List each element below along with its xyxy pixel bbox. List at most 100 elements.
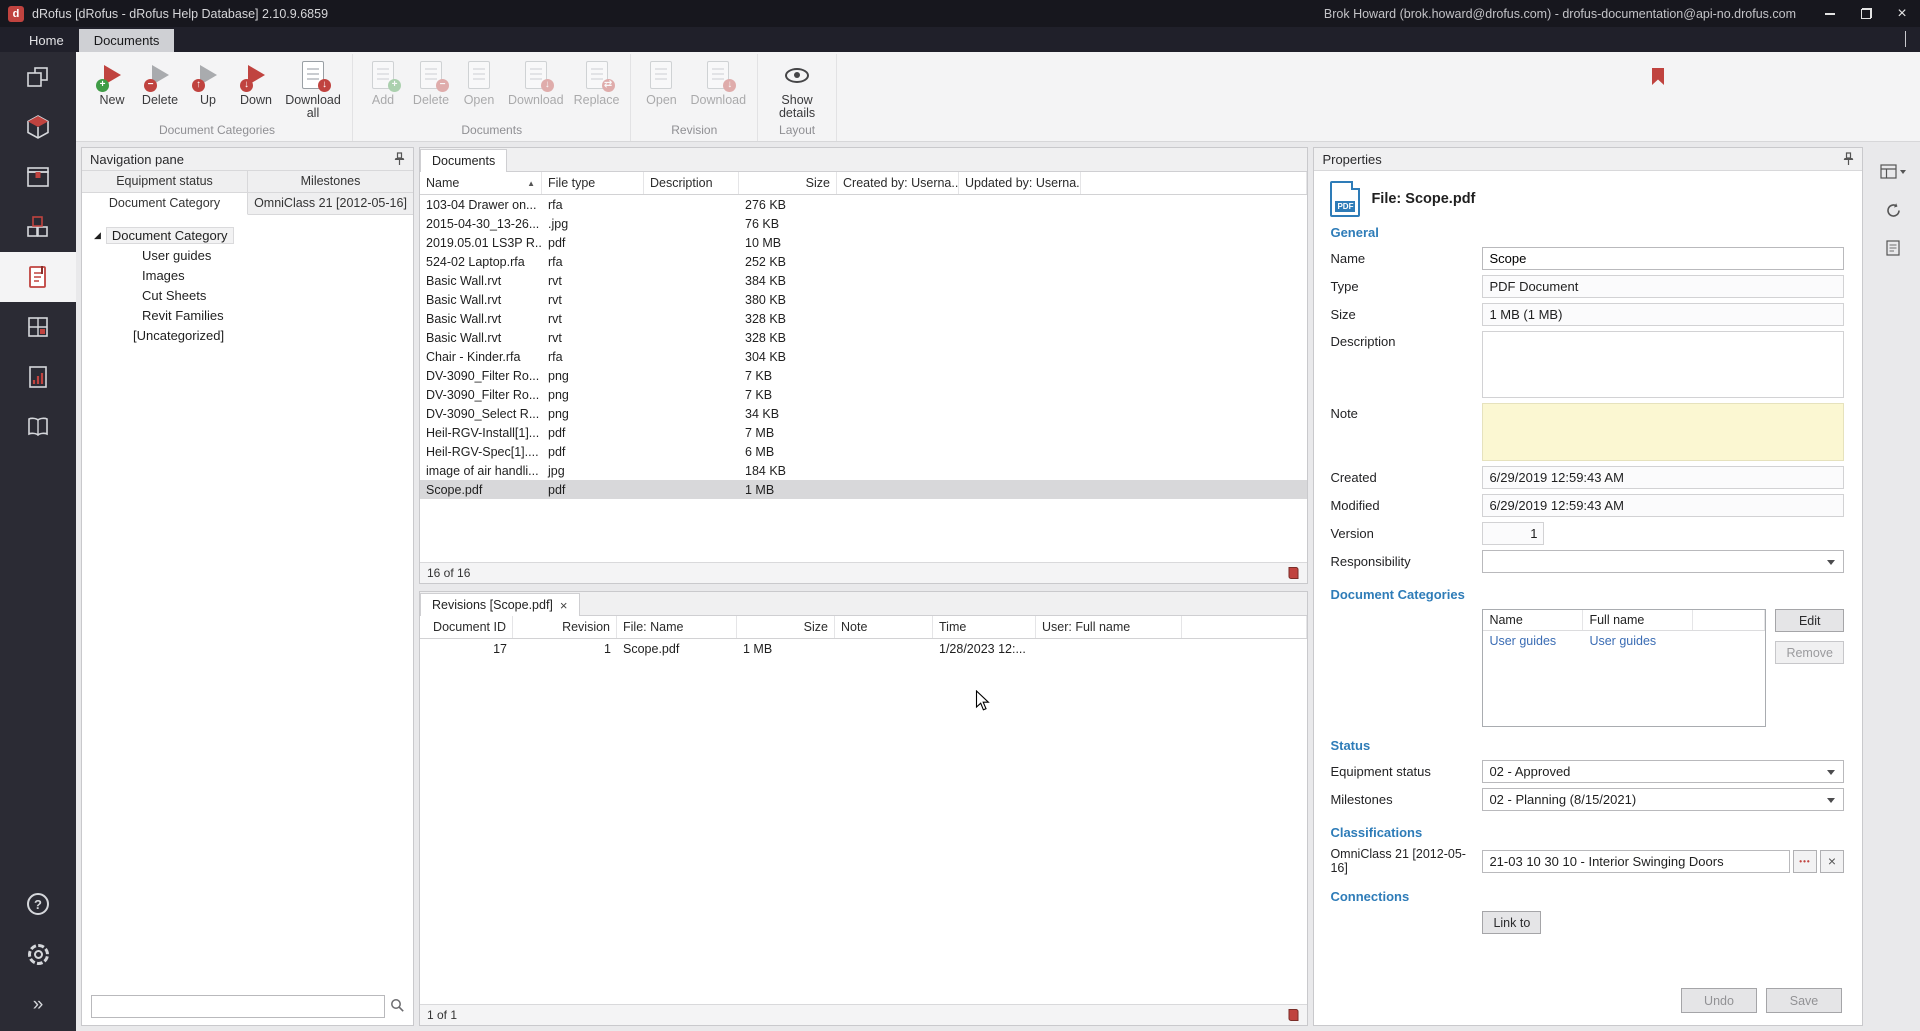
table-row[interactable]: DV-3090_Filter Ro...png7 KB <box>420 366 1307 385</box>
search-input[interactable] <box>91 995 385 1018</box>
column-header-revision[interactable]: Revision <box>513 616 617 638</box>
tree-item-images[interactable]: Images <box>94 265 413 285</box>
table-row[interactable]: Basic Wall.rvtrvt328 KB <box>420 309 1307 328</box>
history-button[interactable] <box>1877 197 1909 223</box>
delete-document-button[interactable]: − Delete <box>407 56 455 122</box>
tree-item-revit-families[interactable]: Revit Families <box>94 305 413 325</box>
table-row[interactable]: 2015-04-30_13-26....jpg76 KB <box>420 214 1307 233</box>
minimize-button[interactable] <box>1812 0 1848 27</box>
open-document-button[interactable]: Open <box>455 56 503 122</box>
table-row[interactable]: image of air handli...jpg184 KB <box>420 461 1307 480</box>
sidebar-item-logs[interactable] <box>0 402 76 452</box>
table-row[interactable]: Chair - Kinder.rfarfa304 KB <box>420 347 1307 366</box>
undo-button[interactable]: Undo <box>1681 988 1757 1013</box>
pin-icon[interactable] <box>1843 152 1854 166</box>
download-revision-button[interactable]: ↓ Download <box>685 56 751 122</box>
name-field[interactable] <box>1482 247 1844 270</box>
collapse-ribbon-button[interactable] <box>1905 32 1906 47</box>
table-row[interactable]: 103-04 Drawer on...rfa276 KB <box>420 195 1307 214</box>
remove-button[interactable]: Remove <box>1775 641 1844 664</box>
tab-milestones[interactable]: Milestones <box>248 171 413 192</box>
down-button[interactable]: ↓ Down <box>232 56 280 122</box>
column-header-file-name[interactable]: File: Name <box>617 616 737 638</box>
column-header-file-type[interactable]: File type <box>542 172 644 194</box>
up-button[interactable]: ↑ Up <box>184 56 232 122</box>
note-field[interactable] <box>1482 403 1844 461</box>
layout-selector-button[interactable] <box>1877 159 1909 185</box>
open-revision-button[interactable]: Open <box>637 56 685 122</box>
table-row[interactable]: Basic Wall.rvtrvt384 KB <box>420 271 1307 290</box>
save-button[interactable]: Save <box>1766 988 1842 1013</box>
sidebar-item-reports[interactable] <box>0 352 76 402</box>
sidebar-item-buildings[interactable] <box>0 302 76 352</box>
sidebar-item-help[interactable]: ? <box>0 879 76 929</box>
table-row[interactable]: 17 1 Scope.pdf 1 MB 1/28/2023 12:... <box>420 639 1307 658</box>
sidebar-item-documents[interactable] <box>0 252 76 302</box>
browse-classification-button[interactable]: ••• <box>1793 850 1817 873</box>
dc-cell-name[interactable]: User guides <box>1483 634 1583 648</box>
pin-icon[interactable] <box>394 152 405 166</box>
tab-documents-list[interactable]: Documents <box>420 149 507 172</box>
tab-document-category[interactable]: Document Category <box>82 193 248 215</box>
table-row[interactable]: DV-3090_Filter Ro...png7 KB <box>420 385 1307 404</box>
column-header-note[interactable]: Note <box>835 616 933 638</box>
description-field[interactable] <box>1482 331 1844 398</box>
report-icon[interactable] <box>1287 1008 1300 1022</box>
column-header-updated-by[interactable]: Updated by: Userna... <box>959 172 1081 194</box>
column-header-size[interactable]: Size <box>739 172 837 194</box>
sidebar-item-packages[interactable] <box>0 202 76 252</box>
dc-cell-full-name[interactable]: User guides <box>1583 634 1693 648</box>
table-row[interactable]: Basic Wall.rvtrvt328 KB <box>420 328 1307 347</box>
show-details-button[interactable]: Show details <box>764 56 830 122</box>
sidebar-item-products[interactable] <box>0 152 76 202</box>
column-header-description[interactable]: Description <box>644 172 739 194</box>
tree-item-uncategorized[interactable]: [Uncategorized] <box>94 325 413 345</box>
table-row[interactable]: 2019.05.01 LS3P R...pdf10 MB <box>420 233 1307 252</box>
table-row[interactable]: Scope.pdfpdf1 MB <box>420 480 1307 499</box>
column-header-size[interactable]: Size <box>737 616 835 638</box>
tab-documents[interactable]: Documents <box>79 29 175 52</box>
delete-category-button[interactable]: − Delete <box>136 56 184 122</box>
tab-equipment-status[interactable]: Equipment status <box>82 171 248 192</box>
clear-classification-button[interactable]: × <box>1820 850 1844 873</box>
tab-home[interactable]: Home <box>14 29 79 52</box>
tree-root-row[interactable]: ◢ Document Category <box>94 225 413 245</box>
report-icon[interactable] <box>1287 566 1300 580</box>
milestones-dropdown[interactable]: 02 - Planning (8/15/2021) <box>1482 788 1844 811</box>
list-item[interactable]: User guides User guides <box>1483 631 1765 651</box>
table-row[interactable]: DV-3090_Select R...png34 KB <box>420 404 1307 423</box>
responsibility-dropdown[interactable] <box>1482 550 1844 573</box>
column-header-created-by[interactable]: Created by: Userna... <box>837 172 959 194</box>
tab-omniclass[interactable]: OmniClass 21 [2012-05-16] <box>248 193 413 214</box>
download-all-button[interactable]: ↓ Download all <box>280 56 346 122</box>
audit-log-button[interactable] <box>1877 235 1909 261</box>
tree-root-label[interactable]: Document Category <box>106 227 234 244</box>
column-header-user[interactable]: User: Full name <box>1036 616 1182 638</box>
column-header-document-id[interactable]: Document ID <box>420 616 513 638</box>
tree-item-user-guides[interactable]: User guides <box>94 245 413 265</box>
sidebar-item-settings[interactable] <box>0 929 76 979</box>
close-tab-icon[interactable]: × <box>560 599 568 612</box>
restore-button[interactable] <box>1848 0 1884 27</box>
dc-column-name[interactable]: Name <box>1483 610 1583 630</box>
equipment-status-dropdown[interactable]: 02 - Approved <box>1482 760 1844 783</box>
sidebar-expand-button[interactable]: » <box>0 979 76 1029</box>
table-row[interactable]: 524-02 Laptop.rfarfa252 KB <box>420 252 1307 271</box>
close-button[interactable]: × <box>1884 0 1920 27</box>
column-header-time[interactable]: Time <box>933 616 1036 638</box>
column-header-name[interactable]: Name ▲ <box>420 172 542 194</box>
table-row[interactable]: Heil-RGV-Install[1]...pdf7 MB <box>420 423 1307 442</box>
tab-revisions[interactable]: Revisions [Scope.pdf] × <box>420 593 580 616</box>
search-icon[interactable] <box>390 998 405 1016</box>
tree-item-cut-sheets[interactable]: Cut Sheets <box>94 285 413 305</box>
table-row[interactable]: Heil-RGV-Spec[1]....pdf6 MB <box>420 442 1307 461</box>
sidebar-item-rooms[interactable] <box>0 52 76 102</box>
replace-document-button[interactable]: ⇄ Replace <box>569 56 625 122</box>
download-document-button[interactable]: ↓ Download <box>503 56 569 122</box>
link-to-button[interactable]: Link to <box>1482 911 1541 934</box>
omniclass-field[interactable]: 21-03 10 30 10 - Interior Swinging Doors <box>1482 850 1790 873</box>
dc-column-full-name[interactable]: Full name <box>1583 610 1693 630</box>
table-row[interactable]: Basic Wall.rvtrvt380 KB <box>420 290 1307 309</box>
sidebar-item-items[interactable] <box>0 102 76 152</box>
new-button[interactable]: + New <box>88 56 136 122</box>
